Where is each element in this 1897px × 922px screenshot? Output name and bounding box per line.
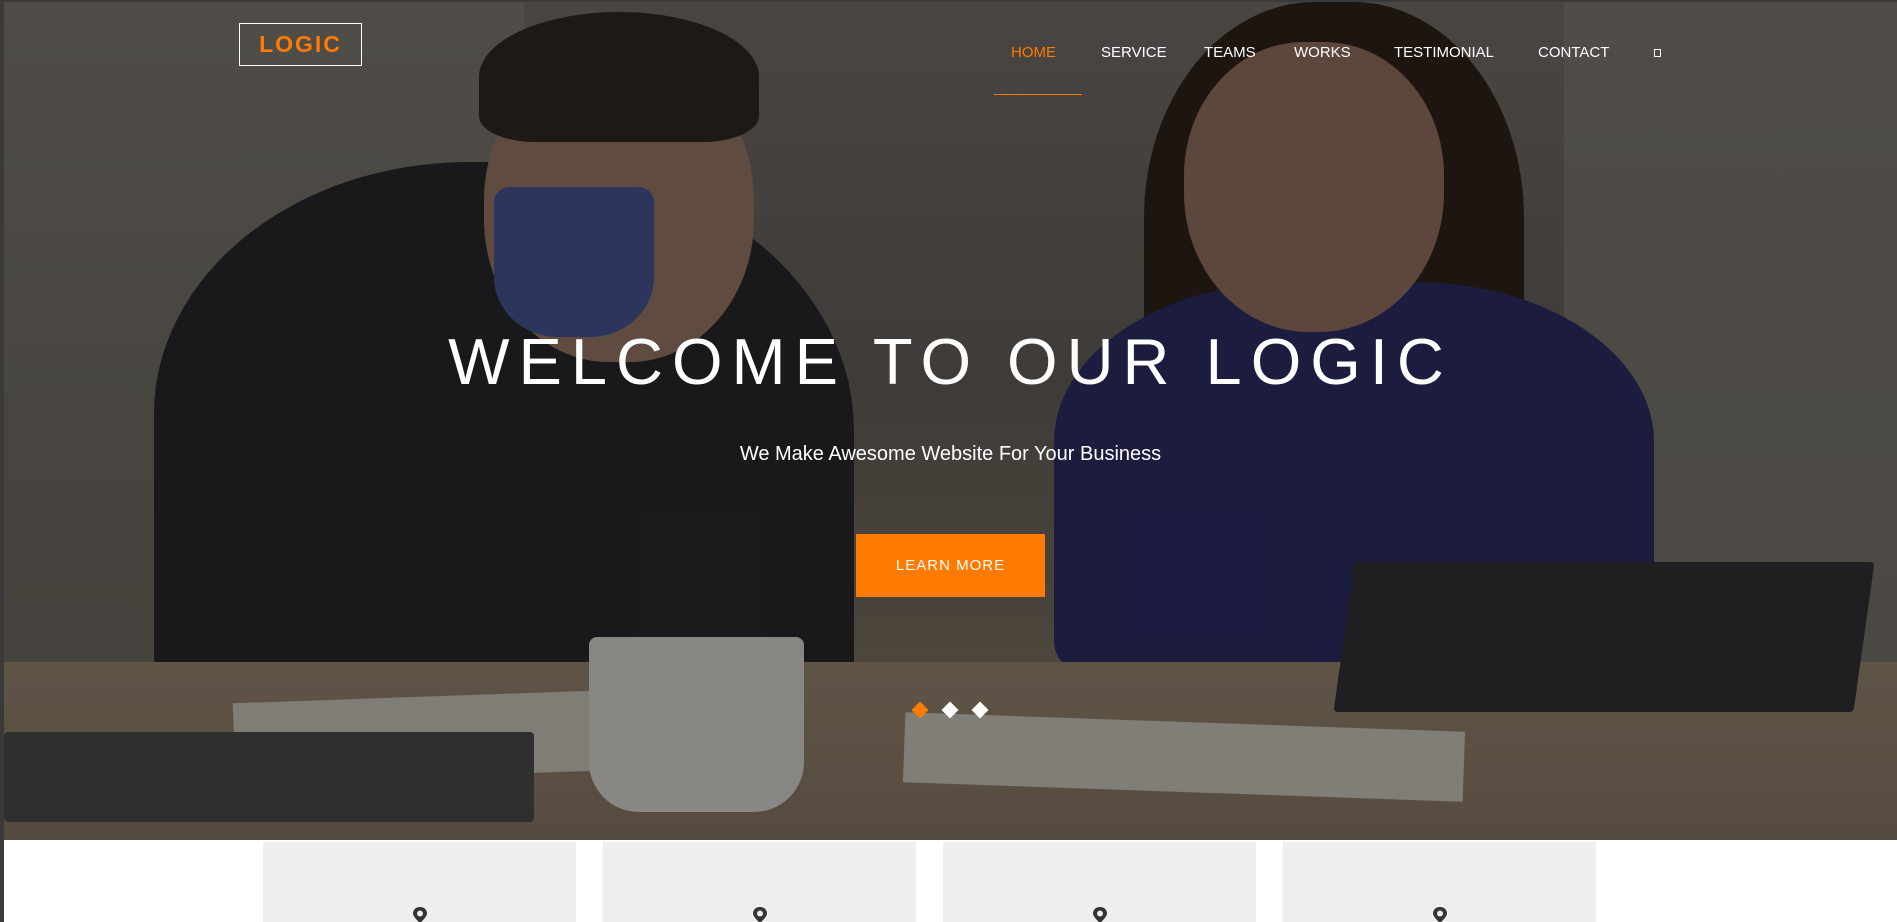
hero-section: LOGIC HOME SERVICE TEAMS WORKS TESTIMONI…: [4, 2, 1897, 840]
map-pin-icon: [1093, 907, 1107, 922]
page: LOGIC HOME SERVICE TEAMS WORKS TESTIMONI…: [4, 2, 1897, 922]
nav-item-home[interactable]: HOME: [1011, 44, 1056, 61]
nav-item-contact[interactable]: CONTACT: [1538, 44, 1609, 61]
hero-subtitle: We Make Awesome Website For Your Busines…: [739, 443, 1162, 465]
feature-card: [1283, 842, 1596, 922]
nav-item-works[interactable]: WORKS: [1294, 44, 1351, 61]
nav-item-teams[interactable]: TEAMS: [1204, 44, 1256, 61]
map-pin-icon: [1433, 907, 1447, 922]
map-pin-icon: [753, 907, 767, 922]
nav-active-indicator: [994, 94, 1082, 95]
nav-item-service[interactable]: SERVICE: [1101, 44, 1167, 61]
site-logo[interactable]: LOGIC: [239, 23, 362, 66]
feature-card: [603, 842, 916, 922]
hero-title: WELCOME TO OUR LOGIC: [448, 325, 1453, 398]
learn-more-button[interactable]: LEARN MORE: [856, 534, 1045, 597]
feature-card: [263, 842, 576, 922]
map-pin-icon: [413, 907, 427, 922]
nav-item-testimonial[interactable]: TESTIMONIAL: [1394, 44, 1494, 61]
search-icon[interactable]: [1654, 49, 1661, 57]
feature-card: [943, 842, 1256, 922]
